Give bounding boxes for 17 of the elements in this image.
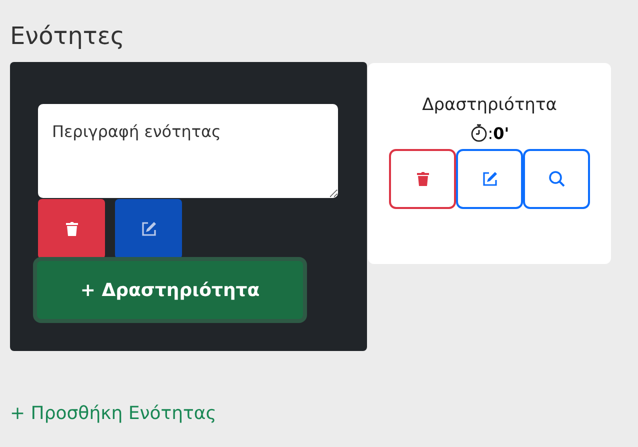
trash-icon xyxy=(64,221,78,237)
search-icon xyxy=(548,170,566,188)
add-section-link[interactable]: + Προσθήκη Ενότητας xyxy=(10,403,216,424)
edit-button[interactable] xyxy=(115,199,182,259)
activity-duration: :0' xyxy=(488,124,510,142)
activity-title: Δραστηριότητα xyxy=(422,95,557,115)
delete-button[interactable] xyxy=(38,199,105,259)
edit-button[interactable] xyxy=(456,149,523,209)
add-activity-button[interactable]: + Δραστηριότητα xyxy=(33,257,307,323)
stopwatch-icon xyxy=(470,123,488,143)
trash-icon xyxy=(416,171,430,187)
description-field[interactable]: Περιγραφή ενότητας xyxy=(38,104,338,198)
delete-button[interactable] xyxy=(389,149,456,209)
edit-icon xyxy=(482,171,498,187)
edit-icon xyxy=(140,221,156,237)
section-heading: Ενότητες xyxy=(10,21,126,52)
search-button[interactable] xyxy=(523,149,590,209)
